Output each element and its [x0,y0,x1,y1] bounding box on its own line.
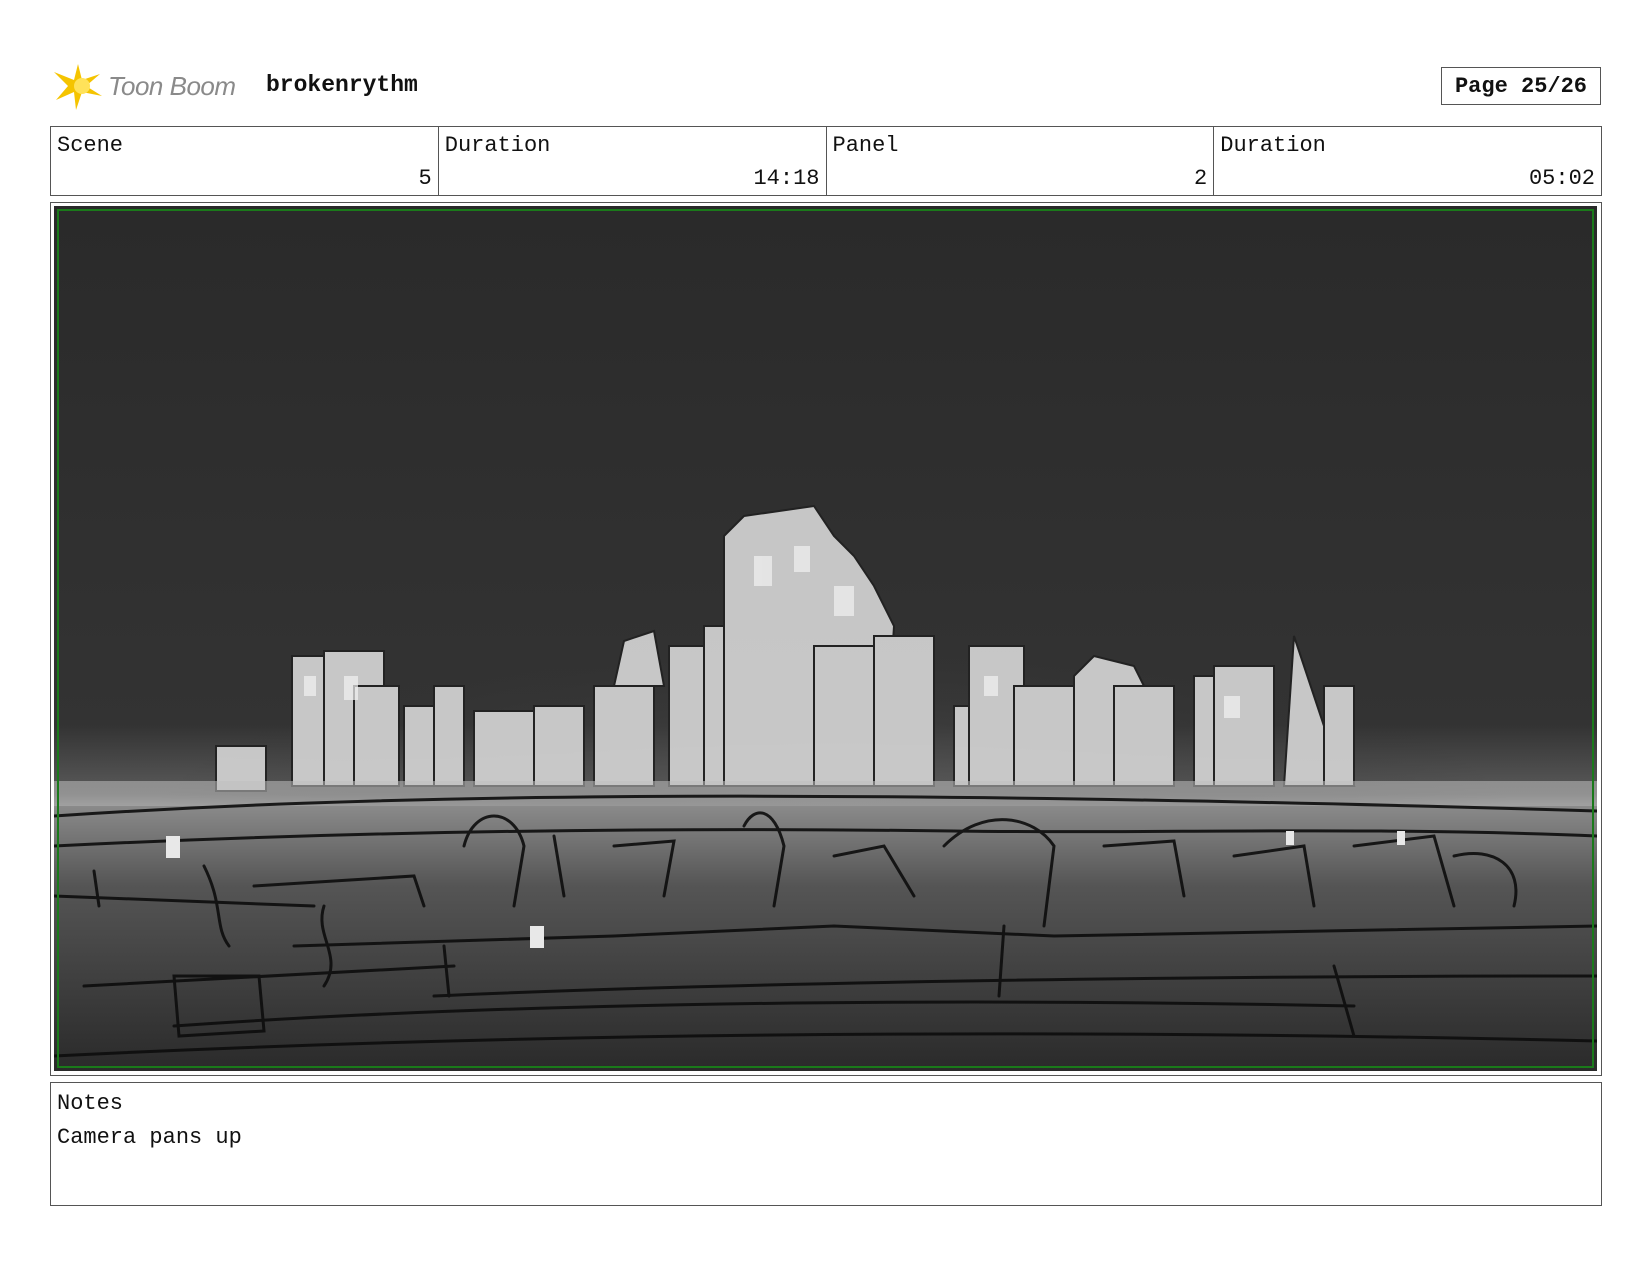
scene-label: Scene [57,133,124,158]
storyboard-panel [50,202,1602,1076]
toon-boom-star-icon [54,64,102,110]
toon-boom-logo: Toon Boom [52,58,257,114]
scene-cell: Scene 5 [51,127,438,195]
scene-duration-value: 14:18 [753,166,820,191]
notes-box: Notes Camera pans up [50,1082,1602,1206]
scene-duration-cell: Duration 14:18 [437,127,826,195]
panel-drawing [54,206,1597,1071]
scene-duration-label: Duration [444,133,551,158]
panel-cell: Panel 2 [825,127,1214,195]
panel-value: 2 [1194,166,1208,191]
logo-text: Toon Boom [108,70,236,101]
panel-label: Panel [832,133,899,158]
panel-duration-value: 05:02 [1528,166,1595,191]
project-title: brokenrythm [266,72,418,98]
page-indicator: Page 25/26 [1441,67,1601,105]
panel-duration-label: Duration [1220,133,1326,158]
panel-duration-cell: Duration 05:02 [1213,127,1601,195]
scene-info-table: Scene 5 Duration 14:18 Panel 2 Duration … [50,126,1602,196]
notes-label: Notes [57,1091,124,1116]
scene-value: 5 [418,166,432,191]
notes-text: Camera pans up [57,1125,242,1150]
